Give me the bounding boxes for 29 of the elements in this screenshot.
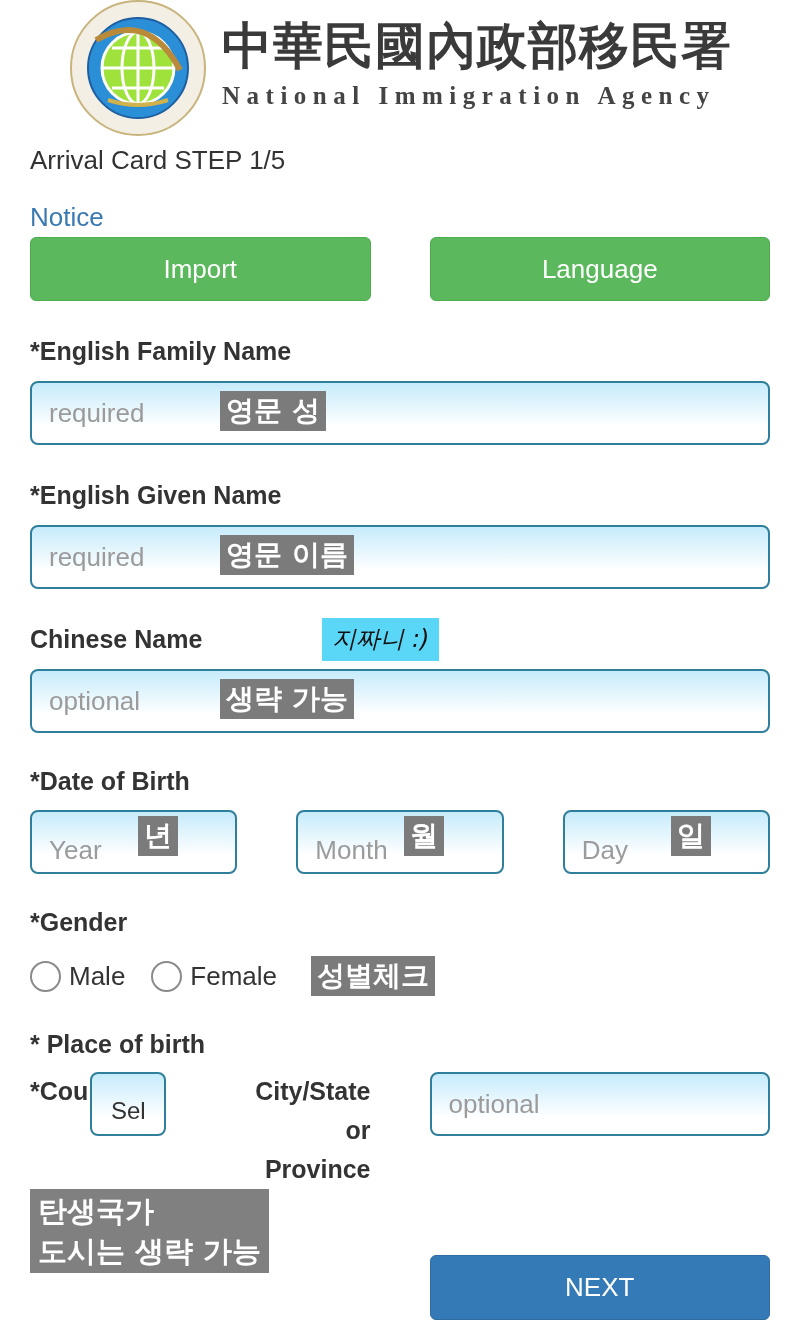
annotation-label: 성별체크 — [311, 956, 436, 996]
text-input-field[interactable]: optional — [429, 1072, 770, 1136]
handwritten-note: 지짜니 :) — [322, 617, 440, 661]
field-label: *Cou — [30, 1076, 89, 1107]
field-label: City/State or Province — [255, 1076, 371, 1185]
annotation-label: 영문 성 — [220, 391, 326, 431]
radio-option[interactable]: Female — [151, 956, 278, 996]
action-button[interactable]: Language — [429, 237, 770, 301]
agency-name-english: National Immigration Agency — [222, 81, 717, 111]
next-button[interactable]: NEXT — [429, 1255, 770, 1320]
annotation-text: 탄생국가 — [38, 1193, 155, 1230]
page-title: Arrival Card STEP 1/5 — [30, 144, 287, 176]
notice-link[interactable]: Notice — [30, 202, 104, 232]
field-label: Chinese Name — [30, 624, 203, 655]
field-label: *English Family Name — [30, 336, 292, 367]
action-button[interactable]: Import — [30, 237, 371, 301]
annotation-label: 생략 가능 — [220, 679, 354, 719]
annotation-label: 월 — [404, 816, 445, 856]
annotation-label: 영문 이름 — [220, 535, 354, 575]
field-label: *English Given Name — [30, 480, 282, 511]
agency-name-chinese: 中華民國內政部移民署 — [222, 15, 732, 77]
annotation-label: 년 — [138, 816, 178, 856]
field-label: *Date of Birth — [30, 766, 191, 797]
radio-option[interactable]: Male — [30, 956, 126, 996]
field-label: *Gender — [30, 907, 129, 938]
annotation-label: 일 — [670, 816, 711, 856]
annotation-text: 도시는 생략 가능 — [38, 1233, 261, 1270]
country-select[interactable]: Sel — [90, 1072, 167, 1136]
field-label: * Place of birth — [30, 1029, 207, 1060]
